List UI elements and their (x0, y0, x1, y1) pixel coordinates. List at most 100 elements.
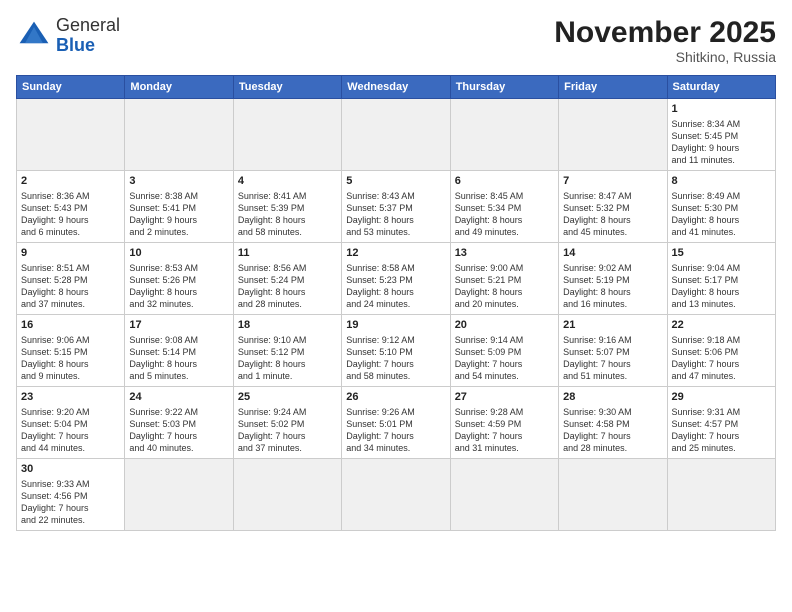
weekday-sunday: Sunday (17, 76, 125, 99)
day-number: 10 (129, 246, 228, 261)
day-number: 21 (563, 318, 662, 333)
weekday-header-row: SundayMondayTuesdayWednesdayThursdayFrid… (17, 76, 776, 99)
day-cell (17, 99, 125, 171)
day-number: 16 (21, 318, 120, 333)
day-cell: 24Sunrise: 9:22 AM Sunset: 5:03 PM Dayli… (125, 387, 233, 459)
day-number: 1 (672, 102, 771, 117)
day-cell (559, 99, 667, 171)
day-info: Sunrise: 9:06 AM Sunset: 5:15 PM Dayligh… (21, 334, 120, 383)
week-row-5: 30Sunrise: 9:33 AM Sunset: 4:56 PM Dayli… (17, 459, 776, 531)
day-cell: 10Sunrise: 8:53 AM Sunset: 5:26 PM Dayli… (125, 243, 233, 315)
day-info: Sunrise: 9:00 AM Sunset: 5:21 PM Dayligh… (455, 262, 554, 311)
day-info: Sunrise: 9:30 AM Sunset: 4:58 PM Dayligh… (563, 406, 662, 455)
day-info: Sunrise: 8:36 AM Sunset: 5:43 PM Dayligh… (21, 190, 120, 239)
week-row-1: 2Sunrise: 8:36 AM Sunset: 5:43 PM Daylig… (17, 171, 776, 243)
day-number: 11 (238, 246, 337, 261)
day-number: 25 (238, 390, 337, 405)
day-number: 9 (21, 246, 120, 261)
day-cell: 30Sunrise: 9:33 AM Sunset: 4:56 PM Dayli… (17, 459, 125, 531)
day-info: Sunrise: 9:12 AM Sunset: 5:10 PM Dayligh… (346, 334, 445, 383)
day-info: Sunrise: 9:16 AM Sunset: 5:07 PM Dayligh… (563, 334, 662, 383)
day-cell: 16Sunrise: 9:06 AM Sunset: 5:15 PM Dayli… (17, 315, 125, 387)
day-info: Sunrise: 9:08 AM Sunset: 5:14 PM Dayligh… (129, 334, 228, 383)
day-cell (233, 99, 341, 171)
day-number: 30 (21, 462, 120, 477)
weekday-wednesday: Wednesday (342, 76, 450, 99)
day-number: 18 (238, 318, 337, 333)
day-number: 28 (563, 390, 662, 405)
day-info: Sunrise: 9:04 AM Sunset: 5:17 PM Dayligh… (672, 262, 771, 311)
logo: General Blue (16, 16, 120, 56)
logo-text: General Blue (56, 16, 120, 56)
weekday-thursday: Thursday (450, 76, 558, 99)
day-cell (125, 99, 233, 171)
day-cell: 19Sunrise: 9:12 AM Sunset: 5:10 PM Dayli… (342, 315, 450, 387)
day-cell (342, 459, 450, 531)
day-info: Sunrise: 9:31 AM Sunset: 4:57 PM Dayligh… (672, 406, 771, 455)
calendar-page: General Blue November 2025 Shitkino, Rus… (0, 0, 792, 541)
day-info: Sunrise: 8:43 AM Sunset: 5:37 PM Dayligh… (346, 190, 445, 239)
day-cell: 6Sunrise: 8:45 AM Sunset: 5:34 PM Daylig… (450, 171, 558, 243)
day-cell (450, 459, 558, 531)
day-info: Sunrise: 9:18 AM Sunset: 5:06 PM Dayligh… (672, 334, 771, 383)
week-row-0: 1Sunrise: 8:34 AM Sunset: 5:45 PM Daylig… (17, 99, 776, 171)
day-number: 22 (672, 318, 771, 333)
day-cell: 7Sunrise: 8:47 AM Sunset: 5:32 PM Daylig… (559, 171, 667, 243)
header: General Blue November 2025 Shitkino, Rus… (16, 16, 776, 65)
day-number: 15 (672, 246, 771, 261)
weekday-saturday: Saturday (667, 76, 775, 99)
day-cell: 27Sunrise: 9:28 AM Sunset: 4:59 PM Dayli… (450, 387, 558, 459)
day-info: Sunrise: 9:26 AM Sunset: 5:01 PM Dayligh… (346, 406, 445, 455)
week-row-3: 16Sunrise: 9:06 AM Sunset: 5:15 PM Dayli… (17, 315, 776, 387)
day-cell (233, 459, 341, 531)
day-number: 13 (455, 246, 554, 261)
week-row-4: 23Sunrise: 9:20 AM Sunset: 5:04 PM Dayli… (17, 387, 776, 459)
day-number: 12 (346, 246, 445, 261)
day-info: Sunrise: 9:10 AM Sunset: 5:12 PM Dayligh… (238, 334, 337, 383)
logo-general: General (56, 16, 120, 36)
day-number: 14 (563, 246, 662, 261)
day-cell (125, 459, 233, 531)
day-info: Sunrise: 9:22 AM Sunset: 5:03 PM Dayligh… (129, 406, 228, 455)
day-cell: 11Sunrise: 8:56 AM Sunset: 5:24 PM Dayli… (233, 243, 341, 315)
day-cell: 13Sunrise: 9:00 AM Sunset: 5:21 PM Dayli… (450, 243, 558, 315)
day-info: Sunrise: 8:49 AM Sunset: 5:30 PM Dayligh… (672, 190, 771, 239)
day-number: 24 (129, 390, 228, 405)
week-row-2: 9Sunrise: 8:51 AM Sunset: 5:28 PM Daylig… (17, 243, 776, 315)
calendar-table: SundayMondayTuesdayWednesdayThursdayFrid… (16, 75, 776, 531)
day-info: Sunrise: 8:58 AM Sunset: 5:23 PM Dayligh… (346, 262, 445, 311)
day-cell: 28Sunrise: 9:30 AM Sunset: 4:58 PM Dayli… (559, 387, 667, 459)
logo-blue: Blue (56, 36, 120, 56)
day-number: 3 (129, 174, 228, 189)
day-info: Sunrise: 8:45 AM Sunset: 5:34 PM Dayligh… (455, 190, 554, 239)
day-number: 8 (672, 174, 771, 189)
day-info: Sunrise: 9:02 AM Sunset: 5:19 PM Dayligh… (563, 262, 662, 311)
day-number: 19 (346, 318, 445, 333)
day-cell: 23Sunrise: 9:20 AM Sunset: 5:04 PM Dayli… (17, 387, 125, 459)
day-number: 29 (672, 390, 771, 405)
day-cell: 12Sunrise: 8:58 AM Sunset: 5:23 PM Dayli… (342, 243, 450, 315)
day-info: Sunrise: 8:56 AM Sunset: 5:24 PM Dayligh… (238, 262, 337, 311)
day-cell: 25Sunrise: 9:24 AM Sunset: 5:02 PM Dayli… (233, 387, 341, 459)
day-number: 7 (563, 174, 662, 189)
day-info: Sunrise: 9:33 AM Sunset: 4:56 PM Dayligh… (21, 478, 120, 527)
day-number: 20 (455, 318, 554, 333)
day-cell: 15Sunrise: 9:04 AM Sunset: 5:17 PM Dayli… (667, 243, 775, 315)
day-cell (450, 99, 558, 171)
day-cell: 4Sunrise: 8:41 AM Sunset: 5:39 PM Daylig… (233, 171, 341, 243)
day-cell: 8Sunrise: 8:49 AM Sunset: 5:30 PM Daylig… (667, 171, 775, 243)
day-cell: 20Sunrise: 9:14 AM Sunset: 5:09 PM Dayli… (450, 315, 558, 387)
day-info: Sunrise: 9:24 AM Sunset: 5:02 PM Dayligh… (238, 406, 337, 455)
day-cell (667, 459, 775, 531)
day-number: 4 (238, 174, 337, 189)
day-info: Sunrise: 9:14 AM Sunset: 5:09 PM Dayligh… (455, 334, 554, 383)
day-info: Sunrise: 9:20 AM Sunset: 5:04 PM Dayligh… (21, 406, 120, 455)
day-number: 5 (346, 174, 445, 189)
day-number: 6 (455, 174, 554, 189)
day-info: Sunrise: 8:41 AM Sunset: 5:39 PM Dayligh… (238, 190, 337, 239)
day-info: Sunrise: 9:28 AM Sunset: 4:59 PM Dayligh… (455, 406, 554, 455)
day-cell: 18Sunrise: 9:10 AM Sunset: 5:12 PM Dayli… (233, 315, 341, 387)
month-title: November 2025 (554, 16, 776, 49)
day-cell: 29Sunrise: 9:31 AM Sunset: 4:57 PM Dayli… (667, 387, 775, 459)
day-number: 17 (129, 318, 228, 333)
